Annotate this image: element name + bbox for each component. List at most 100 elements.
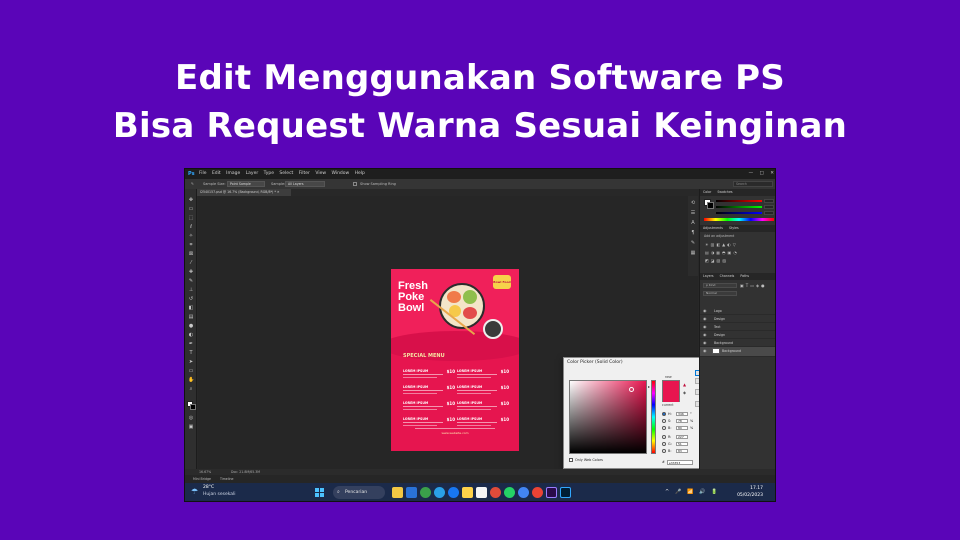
tab-layers[interactable]: Layers bbox=[703, 274, 714, 278]
whatsapp-icon[interactable] bbox=[504, 487, 515, 498]
taskbar-search[interactable]: ⌕ Pencarian bbox=[333, 486, 385, 499]
tab-mini-bridge[interactable]: Mini Bridge bbox=[193, 477, 211, 481]
menu-type[interactable]: Type bbox=[264, 171, 274, 176]
eyedropper-icon[interactable]: ✎ bbox=[191, 179, 194, 189]
artboard-tool-icon[interactable]: ▭ bbox=[188, 206, 194, 212]
web-safe-cube-icon[interactable]: ◈ bbox=[683, 390, 686, 395]
tab-timeline[interactable]: Timeline bbox=[220, 477, 234, 481]
dodge-tool-icon[interactable]: ◐ bbox=[188, 332, 194, 338]
stamp-tool-icon[interactable]: ⊥ bbox=[188, 287, 194, 293]
chrome-profile-2-icon[interactable] bbox=[532, 487, 543, 498]
maximize-button[interactable]: □ bbox=[760, 171, 764, 176]
current-color-swatch[interactable] bbox=[663, 392, 679, 402]
visibility-eye-icon[interactable]: ◉ bbox=[703, 307, 708, 315]
quick-select-tool-icon[interactable]: ✧ bbox=[188, 233, 194, 239]
color-panel-background-swatch[interactable] bbox=[707, 202, 714, 209]
shape-tool-icon[interactable]: ▭ bbox=[188, 368, 194, 374]
visibility-eye-icon[interactable]: ◉ bbox=[703, 331, 708, 339]
close-window-button[interactable]: ✕ bbox=[770, 171, 774, 176]
pen-tool-icon[interactable]: ✒ bbox=[188, 341, 194, 347]
visibility-eye-icon[interactable]: ◉ bbox=[703, 315, 708, 323]
frame-tool-icon[interactable]: ⊠ bbox=[188, 251, 194, 257]
eraser-tool-icon[interactable]: ◧ bbox=[188, 305, 194, 311]
layer-kind-filter[interactable]: ρ Kind bbox=[703, 283, 737, 288]
color-field-cursor[interactable] bbox=[629, 387, 634, 392]
libraries-panel-icon[interactable]: ▦ bbox=[690, 250, 696, 256]
gamut-warning-icon[interactable]: ▲ bbox=[683, 382, 686, 387]
brush-tool-icon[interactable]: ✎ bbox=[188, 278, 194, 284]
tab-color[interactable]: Color bbox=[703, 190, 711, 194]
paragraph-panel-icon[interactable]: ¶ bbox=[690, 230, 696, 236]
battery-icon[interactable]: 🔋 bbox=[711, 489, 717, 496]
layer-filter-icons[interactable]: ▣T▭◈● bbox=[740, 283, 775, 288]
blue-input[interactable]: 83 bbox=[676, 449, 688, 453]
tab-adjustments[interactable]: Adjustments bbox=[703, 226, 723, 230]
marquee-tool-icon[interactable]: ⬚ bbox=[188, 215, 194, 221]
adjustment-icons-row-2[interactable]: ▤◑▦◓▣◔ bbox=[705, 250, 773, 255]
quick-mask-icon[interactable]: ◎ bbox=[188, 415, 194, 421]
blue-channel-field[interactable] bbox=[764, 211, 774, 215]
tab-channels[interactable]: Channels bbox=[720, 274, 735, 278]
layer-row[interactable]: ◉ Design bbox=[700, 315, 775, 323]
saturation-radio[interactable] bbox=[662, 419, 666, 423]
visibility-eye-icon[interactable]: ◉ bbox=[703, 339, 708, 347]
character-panel-icon[interactable]: A bbox=[690, 220, 696, 226]
chrome-profile-icon[interactable] bbox=[518, 487, 529, 498]
saturation-input[interactable]: 78 bbox=[676, 419, 688, 423]
only-web-colors-option[interactable]: Only Web Colors bbox=[569, 458, 603, 462]
canvas-area[interactable]: Fresh Poke Bowl Bowl Food SPECIAL MENU L… bbox=[198, 196, 740, 469]
red-radio[interactable] bbox=[662, 435, 666, 439]
menu-filter[interactable]: Filter bbox=[299, 171, 310, 176]
layer-row[interactable]: ◉ Background bbox=[700, 339, 775, 347]
menu-layer[interactable]: Layer bbox=[246, 171, 259, 176]
green-radio[interactable] bbox=[662, 442, 666, 446]
tray-overflow-icon[interactable]: ^ bbox=[665, 489, 669, 496]
lasso-tool-icon[interactable]: ℓ bbox=[188, 224, 194, 230]
saturation-brightness-field[interactable] bbox=[569, 380, 647, 454]
green-channel-field[interactable] bbox=[764, 205, 774, 209]
volume-icon[interactable]: 🔊 bbox=[699, 489, 705, 496]
move-tool-icon[interactable]: ✥ bbox=[188, 197, 194, 203]
chrome-alt-icon[interactable] bbox=[490, 487, 501, 498]
screen-mode-icon[interactable]: ▣ bbox=[188, 424, 194, 430]
hue-slider-marker-icon[interactable]: ▸ bbox=[648, 384, 650, 389]
chrome-icon[interactable] bbox=[420, 487, 431, 498]
hue-slider[interactable] bbox=[651, 380, 656, 454]
menu-view[interactable]: View bbox=[315, 171, 326, 176]
brightness-input[interactable]: 89 bbox=[676, 426, 688, 430]
wifi-icon[interactable]: 📶 bbox=[687, 489, 693, 496]
brush-panel-icon[interactable]: ✎ bbox=[690, 240, 696, 246]
blue-channel-slider[interactable] bbox=[716, 212, 762, 214]
blur-tool-icon[interactable]: ● bbox=[188, 323, 194, 329]
windows-start-icon[interactable] bbox=[315, 488, 325, 498]
red-channel-field[interactable] bbox=[764, 199, 774, 203]
path-select-tool-icon[interactable]: ➤ bbox=[188, 359, 194, 365]
hue-input[interactable]: 346 bbox=[676, 412, 688, 416]
properties-panel-icon[interactable]: ☰ bbox=[690, 210, 696, 216]
visibility-eye-icon[interactable]: ◉ bbox=[703, 347, 708, 355]
notion-icon[interactable] bbox=[476, 487, 487, 498]
sample-select[interactable]: All Layers bbox=[285, 181, 325, 187]
adjustment-icons-row-1[interactable]: ☀▥◧▲◐▽ bbox=[705, 242, 773, 247]
file-explorer-icon[interactable] bbox=[392, 487, 403, 498]
minimize-button[interactable]: — bbox=[749, 171, 754, 176]
visibility-eye-icon[interactable]: ◉ bbox=[703, 323, 708, 331]
menu-file[interactable]: File bbox=[199, 171, 207, 176]
tab-styles[interactable]: Styles bbox=[729, 226, 739, 230]
menu-edit[interactable]: Edit bbox=[212, 171, 221, 176]
color-spectrum-ramp[interactable] bbox=[704, 218, 774, 221]
layer-row[interactable]: ◉ Logo bbox=[700, 307, 775, 315]
red-input[interactable]: 227 bbox=[676, 435, 688, 439]
document-tab[interactable]: Ⅰ2540157.psd @ 16.7% (Background, RGB/8*… bbox=[197, 189, 291, 196]
premiere-icon[interactable] bbox=[546, 487, 557, 498]
microphone-icon[interactable]: 🎤 bbox=[675, 489, 681, 496]
search-input[interactable]: Search bbox=[733, 181, 773, 187]
green-input[interactable]: 51 bbox=[676, 442, 688, 446]
tab-swatches[interactable]: Swatches bbox=[717, 190, 732, 194]
history-brush-tool-icon[interactable]: ↺ bbox=[188, 296, 194, 302]
blue-radio[interactable] bbox=[662, 449, 666, 453]
show-sampling-ring-checkbox[interactable] bbox=[353, 182, 357, 186]
background-color-swatch[interactable] bbox=[190, 404, 196, 410]
hue-radio[interactable] bbox=[662, 412, 666, 416]
crop-tool-icon[interactable]: ⌗ bbox=[188, 242, 194, 248]
